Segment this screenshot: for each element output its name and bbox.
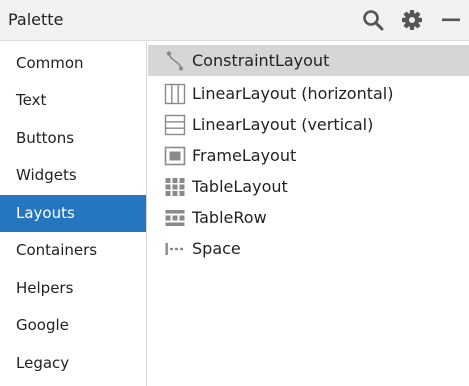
category-google[interactable]: Google	[0, 307, 146, 344]
palette-item-linearlayout-horizontal[interactable]: LinearLayout (horizontal)	[148, 78, 469, 109]
palette-item-framelayout[interactable]: FrameLayout	[148, 140, 469, 171]
minimize-icon	[437, 6, 465, 34]
category-common[interactable]: Common	[0, 45, 146, 82]
item-label: FrameLayout	[192, 146, 297, 165]
space-icon	[164, 238, 186, 260]
category-text[interactable]: Text	[0, 82, 146, 119]
palette-item-tablerow[interactable]: TableRow	[148, 202, 469, 233]
category-label: Legacy	[16, 354, 70, 372]
category-legacy[interactable]: Legacy	[0, 345, 146, 382]
settings-button[interactable]	[398, 6, 426, 34]
gear-icon	[398, 6, 426, 34]
search-button[interactable]	[359, 6, 387, 34]
item-label: TableLayout	[192, 177, 288, 196]
linear-horizontal-icon	[164, 83, 186, 105]
frame-layout-icon	[164, 145, 186, 167]
category-containers[interactable]: Containers	[0, 232, 146, 269]
category-sidebar: Common Text Buttons Widgets Layouts Cont…	[0, 42, 147, 386]
category-label: Google	[16, 316, 69, 334]
category-label: Layouts	[16, 204, 75, 222]
linear-vertical-icon	[164, 114, 186, 136]
search-icon	[359, 6, 387, 34]
item-label: Space	[192, 239, 241, 258]
item-label: LinearLayout (vertical)	[192, 115, 374, 134]
category-layouts[interactable]: Layouts	[0, 195, 146, 232]
panel-title: Palette	[8, 10, 64, 29]
category-widgets[interactable]: Widgets	[0, 157, 146, 194]
category-helpers[interactable]: Helpers	[0, 270, 146, 307]
palette-item-tablelayout[interactable]: TableLayout	[148, 171, 469, 202]
item-label: ConstraintLayout	[192, 51, 330, 70]
palette-panel: Palette Common Text Buttons Widgets Layo…	[0, 0, 469, 386]
palette-item-space[interactable]: Space	[148, 233, 469, 264]
category-buttons[interactable]: Buttons	[0, 120, 146, 157]
palette-header: Palette	[0, 0, 469, 41]
palette-item-linearlayout-vertical[interactable]: LinearLayout (vertical)	[148, 109, 469, 140]
category-label: Widgets	[16, 166, 77, 184]
item-label: TableRow	[192, 208, 267, 227]
minimize-button[interactable]	[437, 6, 465, 34]
palette-item-constraintlayout[interactable]: ConstraintLayout	[148, 45, 469, 76]
category-label: Buttons	[16, 129, 75, 147]
category-label: Containers	[16, 241, 98, 259]
category-label: Helpers	[16, 279, 74, 297]
palette-items-list: ConstraintLayout LinearLayout (horizonta…	[148, 42, 469, 386]
table-layout-icon	[164, 176, 186, 198]
item-label: LinearLayout (horizontal)	[192, 84, 394, 103]
constraint-layout-icon	[164, 50, 186, 72]
table-row-icon	[164, 207, 186, 229]
category-label: Common	[16, 54, 84, 72]
category-label: Text	[16, 91, 47, 109]
